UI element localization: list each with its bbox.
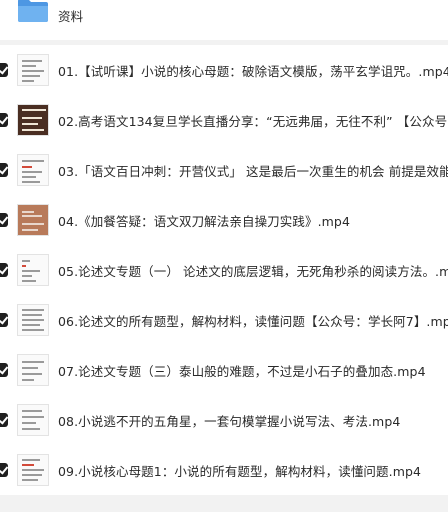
checkbox-checked[interactable] [0, 413, 8, 427]
video-thumbnail [17, 204, 49, 236]
folder-name: 资料 [58, 9, 84, 24]
checkbox-checked[interactable] [0, 63, 8, 77]
checkbox-checked[interactable] [0, 263, 8, 277]
file-name: 08.小说逃不开的五角星，一套句模掌握小说写法、考法.mp4 [58, 413, 401, 429]
folder-icon [18, 0, 48, 22]
file-name: 05.论述文专题（一） 论述文的底层逻辑，无死角秒杀的阅读方法。.mp4 [58, 263, 448, 279]
file-row[interactable]: 05.论述文专题（一） 论述文的底层逻辑，无死角秒杀的阅读方法。.mp4 [0, 245, 448, 295]
file-name: 01.【试听课】小说的核心母题：破除语文模版，荡平玄学诅咒。.mp4 [58, 63, 448, 79]
video-thumbnail [17, 104, 49, 136]
file-row[interactable]: 08.小说逃不开的五角星，一套句模掌握小说写法、考法.mp4 [0, 395, 448, 445]
file-name: 06.论述文的所有题型，解构材料，读懂问题【公众号：学长阿7】.mp4 [58, 313, 448, 329]
file-name: 02.高考语文134复旦学长直播分享：“无远弗届，无往不利” 【公众号：学长阿7… [58, 113, 448, 129]
folder-row[interactable]: 资料 [0, 0, 448, 40]
file-row[interactable]: 04.《加餐答疑：语文双刀解法亲自操刀实践》.mp4 [0, 195, 448, 245]
video-thumbnail [17, 304, 49, 336]
checkbox-checked[interactable] [0, 163, 8, 177]
file-name: 09.小说核心母题1：小说的所有题型，解构材料，读懂问题.mp4 [58, 463, 422, 479]
file-row[interactable]: 07.论述文专题（三）泰山般的难题，不过是小石子的叠加态.mp4 [0, 345, 448, 395]
checkbox-checked[interactable] [0, 113, 8, 127]
video-thumbnail [17, 54, 49, 86]
file-list: 资料 01.【试听课】小说的核心母题：破除语文模版，荡平玄学诅咒。.mp4 02… [0, 0, 448, 512]
checkbox-checked[interactable] [0, 463, 8, 477]
video-thumbnail [17, 454, 49, 486]
checkbox-checked[interactable] [0, 363, 8, 377]
video-thumbnail [17, 354, 49, 386]
video-thumbnail [17, 154, 49, 186]
file-name: 07.论述文专题（三）泰山般的难题，不过是小石子的叠加态.mp4 [58, 363, 426, 379]
file-row[interactable]: 02.高考语文134复旦学长直播分享：“无远弗届，无往不利” 【公众号：学长阿7… [0, 95, 448, 145]
file-row[interactable]: 03.「语文百日冲刺：开营仪式」 这是最后一次重生的机会 前提是效能，3个月拿下… [0, 145, 448, 195]
file-row[interactable]: 06.论述文的所有题型，解构材料，读懂问题【公众号：学长阿7】.mp4 [0, 295, 448, 345]
checkbox-checked[interactable] [0, 213, 8, 227]
file-row[interactable]: 01.【试听课】小说的核心母题：破除语文模版，荡平玄学诅咒。.mp4 [0, 45, 448, 95]
file-name: 04.《加餐答疑：语文双刀解法亲自操刀实践》.mp4 [58, 213, 351, 229]
video-thumbnail [17, 404, 49, 436]
checkbox-checked[interactable] [0, 313, 8, 327]
file-name: 03.「语文百日冲刺：开营仪式」 这是最后一次重生的机会 前提是效能，3个月拿下… [58, 163, 448, 179]
video-thumbnail [17, 254, 49, 286]
file-row[interactable]: 09.小说核心母题1：小说的所有题型，解构材料，读懂问题.mp4 [0, 445, 448, 495]
